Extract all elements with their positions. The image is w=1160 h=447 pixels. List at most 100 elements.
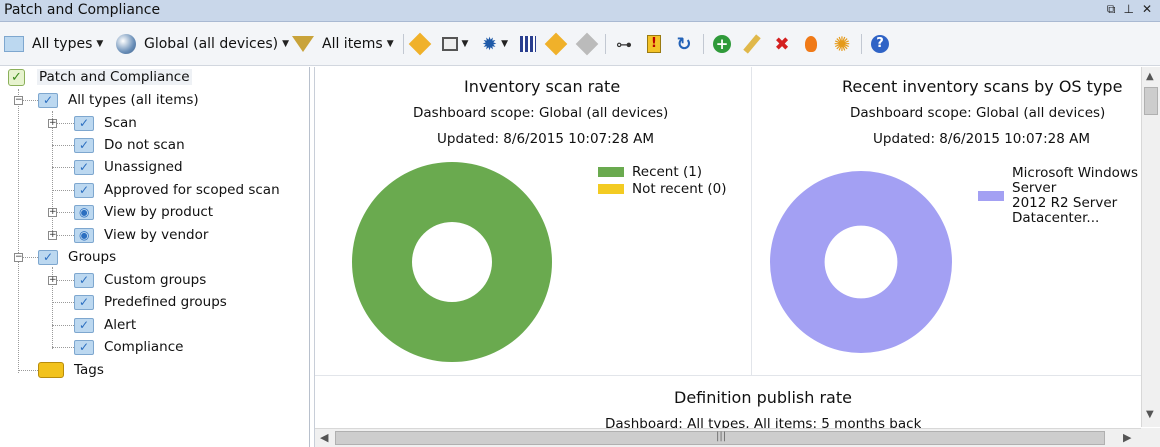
globe-icon [116, 34, 136, 54]
scroll-corner [1141, 428, 1160, 447]
tree-item-predefined-groups[interactable]: ✓ Predefined groups [74, 292, 227, 312]
tree-connector [52, 145, 74, 146]
tree-connector [52, 167, 74, 168]
schedule-icon[interactable]: ▼ [440, 34, 470, 54]
horizontal-scrollbar[interactable]: ◀ ||| ▶ [315, 428, 1141, 447]
flame-icon[interactable] [801, 34, 821, 54]
panel-divider [315, 375, 1141, 376]
os-legend-label: Microsoft Windows Server 2012 R2 Server … [1012, 165, 1138, 226]
scroll-left-icon[interactable]: ◀ [320, 431, 328, 444]
burst-icon[interactable]: ✺ [832, 32, 852, 56]
vertical-scroll-thumb[interactable] [1144, 87, 1158, 115]
donut-slice-0 [352, 162, 552, 362]
close-icon[interactable]: ✕ [1142, 2, 1152, 17]
folder-check-icon: ✓ [74, 294, 94, 310]
grid-icon[interactable] [518, 34, 538, 54]
download-icon[interactable] [408, 32, 432, 56]
tree-root[interactable]: ✓ Patch and Compliance [8, 67, 192, 87]
definition-panel-title: Definition publish rate [674, 388, 852, 407]
collapse-toggle[interactable]: − [14, 96, 23, 105]
toolbar-separator [861, 34, 862, 54]
folder-check-icon: ✓ [74, 115, 94, 131]
window-titlebar: Patch and Compliance ⧉ ⊥ ✕ [0, 0, 1160, 22]
legend-item-recent: Recent (1) [598, 164, 702, 180]
chevron-down-icon: ▼ [386, 39, 394, 49]
tree-item-compliance[interactable]: ✓ Compliance [74, 337, 183, 357]
scope-dropdown[interactable]: Global (all devices) ▼ [116, 33, 289, 55]
checkbox-folder-icon [4, 36, 24, 52]
tree-item-custom-groups[interactable]: ✓ Custom groups [74, 270, 206, 290]
check-icon: ✓ [8, 68, 25, 86]
toolbar: All types ▼ Global (all devices) ▼ All i… [0, 22, 1160, 66]
folder-view-icon: ◉ [74, 204, 94, 220]
panel-divider [751, 67, 752, 375]
tree-connector [52, 302, 74, 303]
filter-icon [292, 36, 314, 52]
tree-item-approved-for-scoped-scan[interactable]: ✓ Approved for scoped scan [74, 180, 280, 200]
add-icon[interactable]: + [712, 34, 732, 54]
chevron-down-icon: ▼ [282, 39, 290, 49]
warning-icon[interactable]: ! [644, 34, 664, 54]
donut-slice-0 [770, 171, 952, 353]
inventory-panel-scope: Dashboard scope: Global (all devices) [413, 105, 669, 121]
navigation-tree: − + + + − + ✓ Patch and Compliance ✓ All… [0, 67, 310, 447]
expand-toggle[interactable]: + [48, 231, 57, 240]
legend-swatch [598, 184, 624, 194]
inventory-panel-updated: Updated: 8/6/2015 10:07:28 AM [437, 131, 655, 147]
window-title: Patch and Compliance [4, 2, 161, 18]
refresh-icon[interactable]: ↻ [674, 34, 694, 55]
folder-view-icon: ◉ [74, 227, 94, 243]
help-icon[interactable]: ? [870, 34, 890, 54]
tree-item-scan[interactable]: ✓ Scan [74, 113, 137, 133]
tag-folder-icon [38, 362, 64, 378]
gear-icon[interactable]: ✹ ▼ [480, 34, 510, 55]
folder-check-icon: ✓ [74, 159, 94, 175]
expand-toggle[interactable]: + [48, 208, 57, 217]
tree-item-unassigned[interactable]: ✓ Unassigned [74, 157, 183, 177]
float-icon[interactable]: ⧉ [1107, 2, 1116, 17]
tree-item-view-by-vendor[interactable]: ◉ View by vendor [74, 225, 208, 245]
expand-toggle[interactable]: + [48, 119, 57, 128]
expand-toggle[interactable]: + [48, 276, 57, 285]
folder-check-icon: ✓ [74, 272, 94, 288]
pin-icon[interactable]: ⊥ [1123, 2, 1133, 17]
tree-connector [52, 325, 74, 326]
filter-dropdown[interactable]: All items ▼ [292, 33, 394, 55]
inventory-donut-chart [352, 162, 552, 362]
tree-connector [52, 190, 74, 191]
legend-item-windows-server [978, 191, 1012, 201]
tree-item-view-by-product[interactable]: ◉ View by product [74, 202, 213, 222]
scroll-right-icon[interactable]: ▶ [1123, 431, 1131, 444]
toolbar-separator [605, 34, 606, 54]
toolbar-separator [403, 34, 404, 54]
tree-item-all-types[interactable]: ✓ All types (all items) [38, 90, 199, 110]
tree-item-do-not-scan[interactable]: ✓ Do not scan [74, 135, 185, 155]
folder-check-icon: ✓ [74, 137, 94, 153]
window-controls: ⧉ ⊥ ✕ [1107, 2, 1152, 17]
tree-item-tags[interactable]: Tags [38, 360, 104, 380]
scroll-down-icon[interactable]: ▼ [1146, 409, 1154, 420]
tree-item-groups[interactable]: ✓ Groups [38, 247, 116, 267]
tree-connector [18, 89, 19, 373]
types-dropdown[interactable]: All types ▼ [4, 33, 103, 55]
disabled-repair-icon[interactable] [575, 32, 599, 56]
delete-icon[interactable]: ✖ [772, 34, 792, 55]
tree-connector [52, 347, 74, 348]
binoculars-icon[interactable]: ⊶ [614, 34, 634, 54]
horizontal-scroll-thumb[interactable]: ||| [335, 431, 1105, 445]
folder-check-icon: ✓ [38, 92, 58, 108]
legend-swatch [598, 167, 624, 177]
scroll-up-icon[interactable]: ▲ [1146, 71, 1154, 82]
tree-connector [52, 111, 53, 237]
os-panel-title: Recent inventory scans by OS type [842, 77, 1123, 96]
folder-check-icon: ✓ [74, 317, 94, 333]
edit-icon[interactable] [742, 34, 762, 54]
collapse-toggle[interactable]: − [14, 253, 23, 262]
repair-icon[interactable] [544, 32, 568, 56]
vertical-scrollbar[interactable]: ▲ ▼ [1141, 67, 1160, 427]
tree-item-alert[interactable]: ✓ Alert [74, 315, 136, 335]
folder-check-icon: ✓ [38, 249, 58, 265]
legend-item-not-recent: Not recent (0) [598, 181, 727, 197]
os-donut-chart [770, 171, 952, 353]
tree-connector [18, 370, 38, 371]
